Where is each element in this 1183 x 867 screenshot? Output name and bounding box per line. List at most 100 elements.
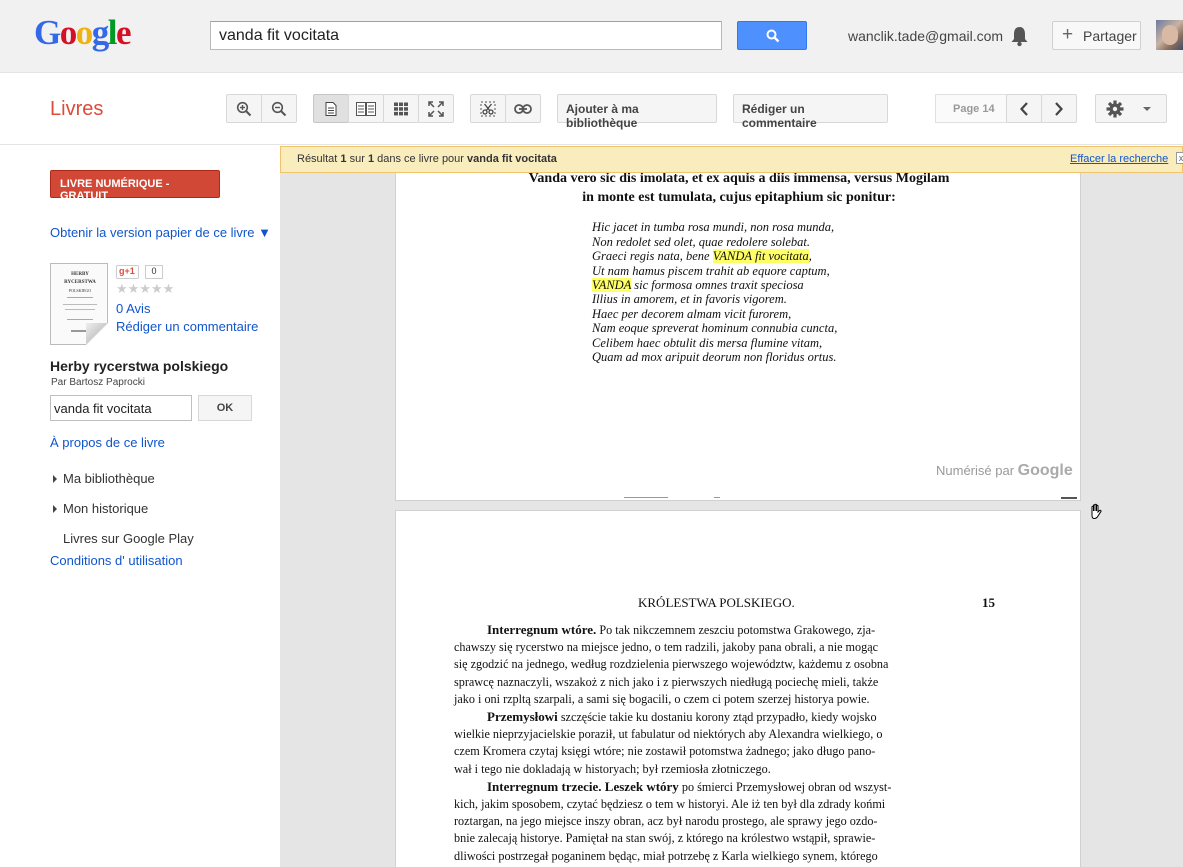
scan-artifact	[624, 497, 668, 498]
gplus-count: 0	[145, 265, 163, 279]
section-heading: Interregnum trzecie. Leszek wtóry	[487, 778, 679, 794]
free-ebook-button[interactable]: LIVRE NUMÉRIQUE - GRATUIT	[50, 170, 220, 202]
google-top-bar: Google vanda fit vocitata wanclik.tade@g…	[0, 0, 1183, 73]
bell-icon[interactable]	[1010, 25, 1029, 47]
section-title[interactable]: Livres	[50, 98, 103, 121]
text-line: dliwości postrzegał poganinem będąc, mia…	[454, 848, 878, 863]
get-print-book-link[interactable]: Obtenir la version papier de ce livre ▼	[50, 225, 271, 240]
verse-line: Quam ad mox aripuit deorum non floridus …	[592, 350, 837, 364]
single-page-icon	[325, 101, 337, 116]
text-line: wał i tego nie dokladają w historyach; b…	[454, 761, 771, 776]
about-book-link[interactable]: À propos de ce livre	[50, 435, 165, 450]
settings-button[interactable]	[1095, 94, 1167, 123]
search-input[interactable]: vanda fit vocitata	[210, 21, 722, 50]
single-page-view-button[interactable]	[313, 94, 349, 123]
book-page-14: Vanda vero sic dis imolata, et ex aquis …	[395, 173, 1081, 501]
triangle-right-icon	[53, 505, 57, 513]
two-page-icon	[356, 101, 376, 116]
link-icon	[514, 103, 532, 114]
write-review-link[interactable]: Rédiger un commentaire	[116, 319, 258, 334]
page-heading-line: in monte est tumulata, cujus epitaphium …	[582, 190, 896, 205]
thumbnail-view-button[interactable]	[383, 94, 419, 123]
page-indicator[interactable]: Page 14	[935, 94, 1007, 123]
in-book-search-ok-button[interactable]: OK	[198, 395, 252, 421]
scan-artifact	[1061, 497, 1077, 499]
in-book-search-input[interactable]: vanda fit vocitata	[50, 395, 192, 421]
google-logo[interactable]: Google	[34, 13, 132, 53]
text-line: bnie zalecają historye. Pamiętał na stan…	[454, 831, 876, 846]
zoom-out-icon	[271, 101, 287, 116]
text-line: Interregnum wtóre. Po tak nikczemnem zes…	[487, 622, 876, 637]
book-viewer[interactable]: Vanda vero sic dis imolata, et ex aquis …	[280, 173, 1183, 867]
logo-letter: g	[91, 13, 110, 52]
text-line: jako i oni rzpltą szarpali, a sami się b…	[454, 691, 870, 706]
text-line: się zgodzić na jednego, według rozdziele…	[454, 657, 889, 672]
link-button[interactable]	[505, 94, 541, 123]
digitized-by-watermark: Numérisé par Google	[936, 462, 1073, 479]
logo-letter: o	[59, 13, 78, 52]
plus-icon: +	[1062, 24, 1074, 45]
logo-letter: l	[107, 13, 118, 52]
page-number: 15	[982, 595, 995, 610]
clip-icon	[480, 101, 496, 116]
book-title: Herby rycerstwa polskiego	[50, 358, 229, 374]
reviews-count-link[interactable]: 0 Avis	[116, 301, 150, 316]
fullscreen-icon	[428, 100, 444, 117]
text-line: kich, jakim sposobem, czytać będziesz o …	[454, 797, 886, 812]
result-query: vanda fit vocitata	[467, 153, 557, 165]
scan-artifact	[714, 497, 720, 498]
avatar[interactable]	[1156, 20, 1183, 50]
add-to-library-button[interactable]: Ajouter à ma bibliothèque	[557, 94, 717, 130]
logo-letter: e	[115, 13, 132, 52]
rating-stars: ★★★★★	[116, 281, 175, 296]
gplus-button[interactable]: g+1	[116, 265, 139, 279]
logo-letter: G	[34, 13, 61, 52]
nav-label: Ma bibliothèque	[63, 471, 155, 486]
search-icon	[766, 29, 780, 43]
search-highlight: VANDA fit vocitata	[712, 249, 809, 263]
terms-link[interactable]: Conditions d' utilisation	[50, 553, 183, 568]
book-author: Par Bartosz Paprocki	[51, 377, 145, 388]
text-line: Przemysłowi szczęście takie ku dostaniu …	[487, 709, 877, 725]
section-heading: Interregnum wtóre.	[487, 622, 597, 637]
verse-line: Hic jacet in tumba rosa mundi, non rosa …	[592, 220, 835, 234]
user-email[interactable]: wanclik.tade@gmail.com	[848, 28, 1003, 44]
verse-line: Celibem haec obtulit dis mersa flumine v…	[592, 336, 823, 350]
hand-cursor-icon	[1091, 503, 1102, 520]
clip-button[interactable]	[470, 94, 506, 123]
verse-line: Haec per decorem almam vicit furorem,	[592, 307, 792, 321]
previous-page-button[interactable]	[1006, 94, 1042, 123]
zoom-out-button[interactable]	[261, 94, 297, 123]
result-summary: Résultat 1 sur 1 dans ce livre pour vand…	[297, 153, 557, 165]
books-toolbar: Livres Ajouter à ma bibliothèque Rédiger…	[0, 73, 1183, 145]
next-page-button[interactable]	[1041, 94, 1077, 123]
write-review-button[interactable]: Rédiger un commentaire	[733, 94, 888, 130]
verse-line: Ut nam hamus piscem trahit ab equore cap…	[592, 264, 830, 278]
close-icon[interactable]: x	[1176, 152, 1183, 164]
cover-title-line: POLSKIEGO	[68, 288, 92, 293]
two-page-view-button[interactable]	[348, 94, 384, 123]
section-heading: Przemysłowi	[487, 709, 558, 725]
digitized-brand: Google	[1017, 462, 1073, 479]
search-button[interactable]	[737, 21, 807, 50]
left-sidebar: LIVRE NUMÉRIQUE - GRATUIT Obtenir la ver…	[0, 146, 280, 867]
verse-line: VANDA sic formosa omnes traxit speciosa	[592, 278, 804, 292]
nav-my-history[interactable]: Mon historique	[53, 501, 148, 516]
share-button[interactable]: + Partager	[1052, 21, 1141, 50]
gear-icon	[1106, 100, 1152, 117]
text-line: roztargan, na jego miejsce inszy obran, …	[454, 814, 878, 829]
verse-line: Illius in amorem, et in favoris vigorem.	[592, 292, 787, 306]
caret-down-icon	[1143, 106, 1152, 111]
text-line: wielkie nieprzyjacielskie poraził, ut fa…	[454, 727, 883, 742]
book-cover[interactable]: HERBY RYCERSTWA POLSKIEGO	[50, 263, 108, 345]
fullscreen-button[interactable]	[418, 94, 454, 123]
zoom-in-icon	[236, 101, 252, 116]
text-line: czem Kromera czytaj księgi wtóre; nie zo…	[454, 744, 876, 759]
nav-google-play-books[interactable]: Livres sur Google Play	[63, 531, 194, 546]
text-line: Interregnum trzecie. Leszek wtóry po śmi…	[487, 778, 892, 794]
clear-search-link[interactable]: Effacer la recherche	[1070, 153, 1168, 165]
page-heading-line: Vanda vero sic dis imolata, et ex aquis …	[528, 173, 950, 186]
zoom-in-button[interactable]	[226, 94, 262, 123]
nav-my-library[interactable]: Ma bibliothèque	[53, 471, 155, 486]
verse-line: Non redolet sed olet, quae redolere sole…	[592, 235, 811, 249]
